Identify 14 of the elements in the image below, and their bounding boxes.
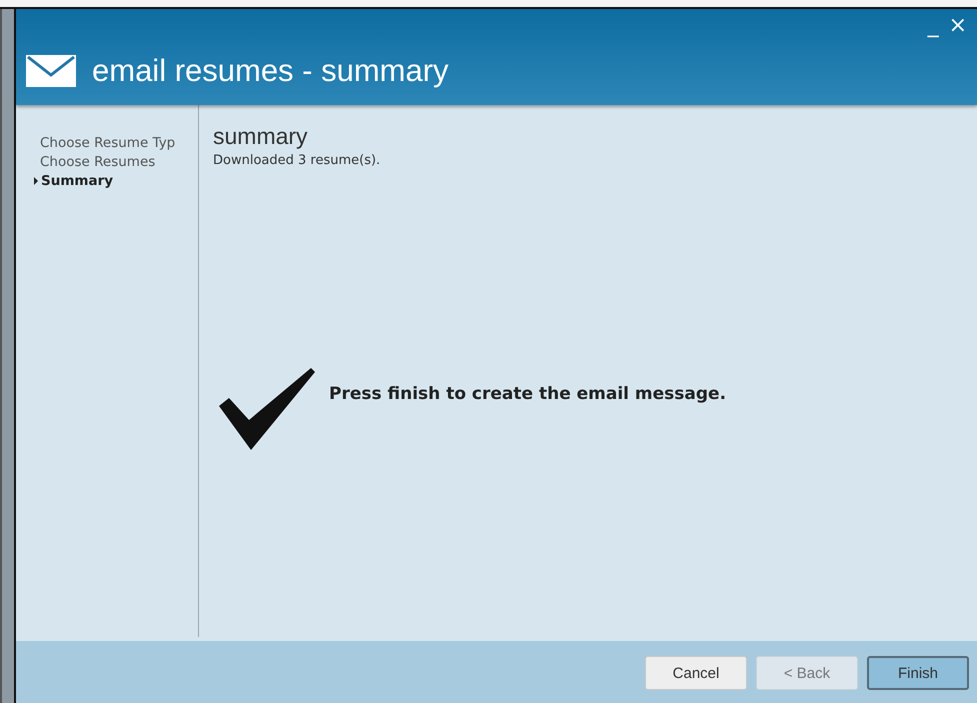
wizard-step[interactable]: Summary: [34, 173, 198, 189]
instruction-text: Press finish to create the email message.: [329, 384, 726, 404]
window-title: email resumes - summary: [92, 53, 449, 89]
status-text: Downloaded 3 resume(s).: [213, 153, 382, 168]
finish-button[interactable]: Finish: [867, 656, 969, 690]
cancel-button[interactable]: Cancel: [645, 656, 747, 690]
caret-icon: [34, 177, 38, 185]
checkmark-icon: [219, 368, 315, 450]
wizard-step[interactable]: Choose Resumes: [40, 154, 198, 170]
close-button[interactable]: ×: [946, 11, 969, 41]
section-heading: summary: [213, 123, 309, 150]
envelope-icon: [26, 55, 76, 87]
wizard-step[interactable]: Choose Resume Typ: [40, 135, 198, 151]
minimize-button[interactable]: _: [926, 11, 941, 41]
